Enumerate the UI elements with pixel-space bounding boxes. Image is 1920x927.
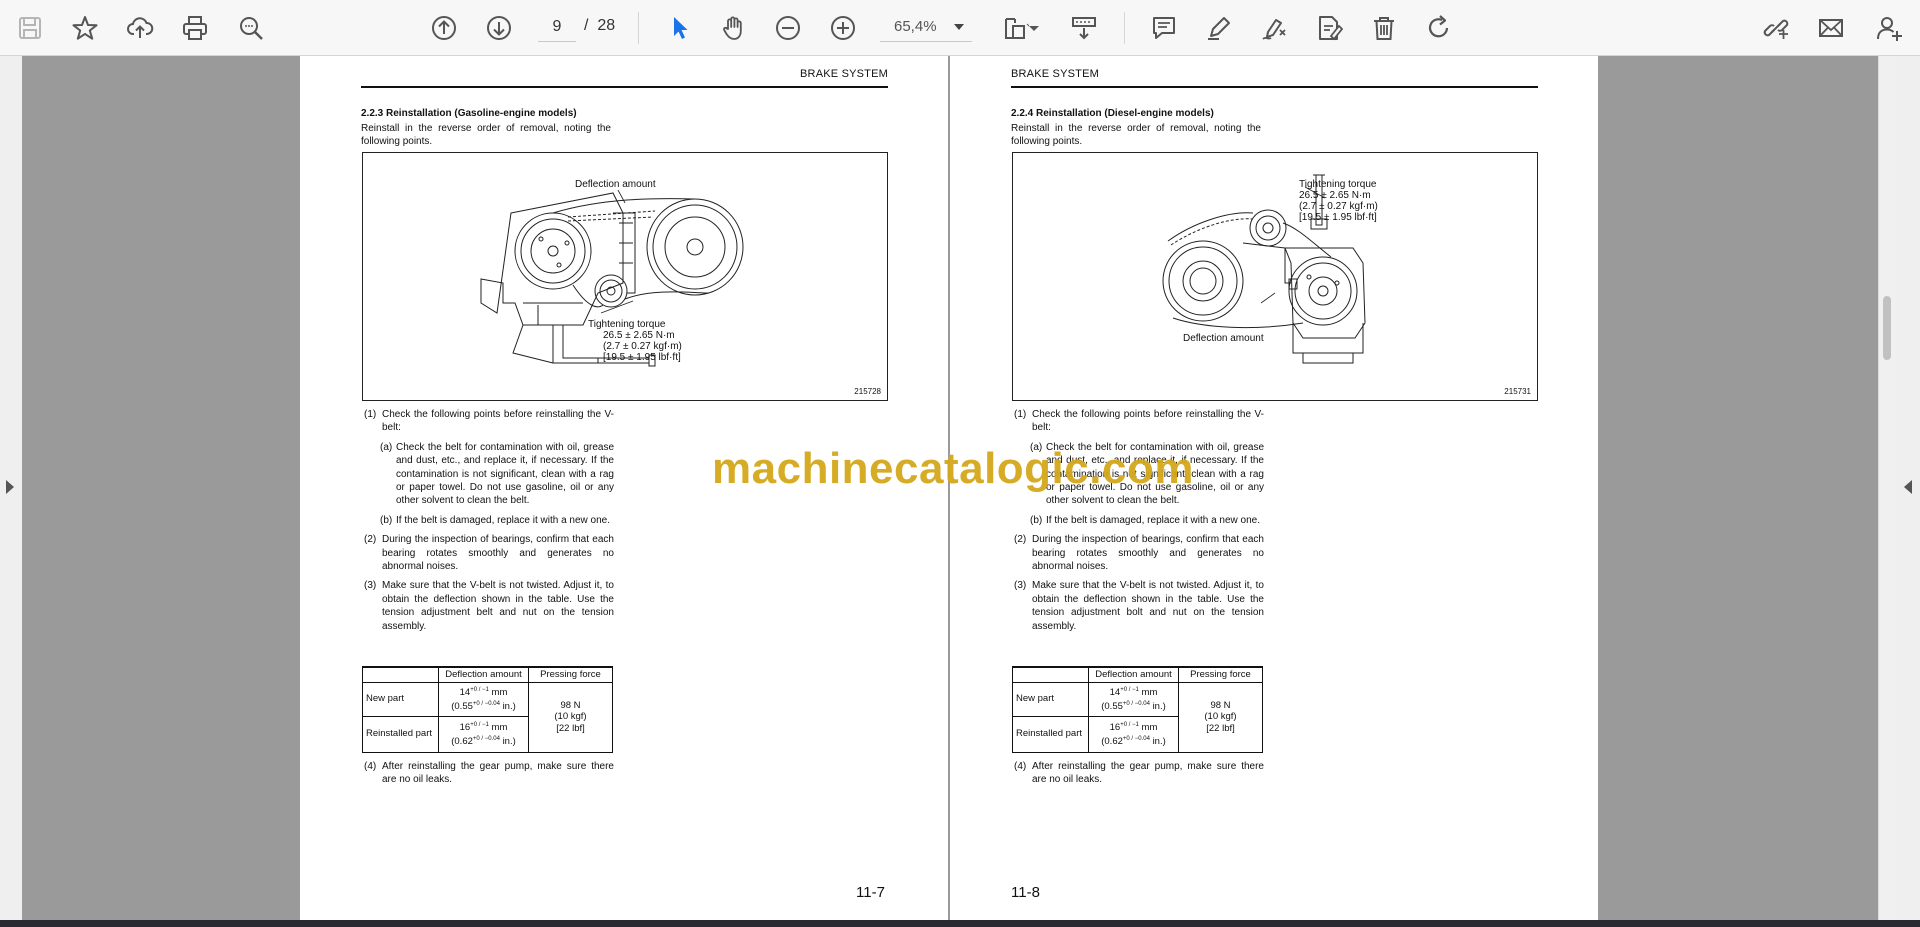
table-cell: 98 N (10 kgf) [22 lbf] [528, 681, 613, 753]
draw-sign-icon[interactable] [1256, 10, 1292, 46]
diesel-engine-illustration [1162, 174, 1366, 364]
header-rule [1011, 86, 1538, 88]
table-row: New part 14+0 / −1 mm (0.55+0 / −0.04 in… [362, 681, 613, 753]
list-item: (b) If the belt is damaged, replace it wi… [380, 514, 611, 526]
list-item: (b) If the belt is damaged, replace it wi… [1030, 514, 1261, 526]
list-item: (4) After reinstalling the gear pump, mak… [364, 761, 614, 786]
section-intro: Reinstall in the reverse order of remova… [361, 123, 611, 148]
header-rule [361, 86, 888, 88]
delete-trash-icon[interactable] [1366, 10, 1402, 46]
page-header: BRAKE SYSTEM [1011, 68, 1099, 80]
list-item: (3) Make sure that the V-belt is not twis… [1014, 580, 1264, 632]
zoom-select[interactable]: 65,4% [880, 12, 972, 42]
add-user-icon[interactable] [1872, 10, 1908, 46]
table-header: Pressing force [1178, 666, 1263, 683]
figure-number: 215731 [1504, 386, 1531, 396]
toolbar-divider [638, 12, 639, 44]
table-cell: 14+0 / −1 mm (0.55+0 / −0.04 in.) [1088, 681, 1179, 717]
diesel-belt-figure: Tightening torque 26.5 ± 2.65 N·m (2.7 ±… [1012, 152, 1538, 401]
torque-value-nm: 26.5 ± 2.65 N·m [603, 330, 675, 341]
taskbar-strip [0, 920, 1920, 927]
next-page-icon[interactable] [481, 10, 517, 46]
pdf-toolbar: / 28 65,4% [0, 0, 1920, 56]
table-row: New part 14+0 / −1 mm (0.55+0 / −0.04 in… [1012, 681, 1263, 753]
deflection-label: Deflection amount [575, 179, 656, 190]
zoom-search-icon[interactable] [233, 10, 269, 46]
table-cell: 16+0 / −1 mm (0.62+0 / −0.04 in.) [438, 715, 529, 753]
page-number: 11-7 [856, 884, 885, 901]
table-corner [362, 666, 439, 683]
comment-icon[interactable] [1146, 10, 1182, 46]
list-item: (2) During the inspection of bearings, co… [364, 534, 614, 573]
highlight-pen-icon[interactable] [1201, 10, 1237, 46]
page-number: 11-8 [1011, 884, 1040, 901]
section-intro: Reinstall in the reverse order of remova… [1011, 123, 1261, 148]
toolbar-divider [1124, 12, 1125, 44]
zoom-in-icon[interactable] [825, 10, 861, 46]
print-icon[interactable] [177, 10, 213, 46]
torque-value-kgfm: (2.7 ± 0.27 kgf·m) [1299, 201, 1378, 212]
section-title: 2.2.4 Reinstallation (Diesel-engine mode… [1011, 108, 1214, 119]
torque-value-lbfft: [19.5 ± 1.95 lbf·ft] [1299, 212, 1377, 223]
torque-label: Tightening torque [588, 319, 666, 330]
section-title: 2.2.3 Reinstallation (Gasoline-engine mo… [361, 108, 577, 119]
zoom-value: 65,4% [894, 18, 937, 35]
scroll-mode-icon[interactable] [1066, 10, 1102, 46]
table-cell: 14+0 / −1 mm (0.55+0 / −0.04 in.) [438, 681, 529, 717]
select-cursor-icon[interactable] [662, 10, 698, 46]
scroll-thumb[interactable] [1883, 296, 1891, 360]
expand-left-panel-icon[interactable] [6, 480, 14, 494]
list-item: (2) During the inspection of bearings, co… [1014, 534, 1264, 573]
email-icon[interactable] [1813, 10, 1849, 46]
list-item: (3) Make sure that the V-belt is not twis… [364, 580, 614, 632]
deflection-table: Deflection amount Pressing force New par… [362, 666, 613, 753]
table-corner [1012, 666, 1089, 683]
torque-label: Tightening torque [1299, 179, 1377, 190]
share-link-icon[interactable] [1758, 10, 1794, 46]
hand-tool-icon[interactable] [716, 10, 752, 46]
save-icon[interactable] [12, 10, 48, 46]
table-cell: 16+0 / −1 mm (0.62+0 / −0.04 in.) [1088, 715, 1179, 753]
torque-value-kgfm: (2.7 ± 0.27 kgf·m) [603, 341, 682, 352]
chevron-down-icon [954, 24, 964, 30]
page-number-input[interactable] [538, 12, 576, 42]
table-header: Deflection amount [438, 666, 529, 683]
page-fit-dropdown-icon[interactable] [1027, 10, 1041, 46]
watermark-text: machinecatalogic.com [712, 444, 1194, 493]
list-item: (4) After reinstalling the gear pump, mak… [1014, 761, 1264, 786]
edit-document-icon[interactable] [1311, 10, 1347, 46]
gasoline-belt-figure: Deflection amount Tightening torque 26.5… [362, 152, 888, 401]
expand-right-panel-icon[interactable] [1904, 480, 1912, 494]
list-item: (1) Check the following points before rei… [1014, 409, 1264, 434]
list-item: (a) Check the belt for contamination with… [380, 441, 614, 507]
instruction-list: (1) Check the following points before rei… [1012, 408, 1264, 639]
table-header: Pressing force [528, 666, 613, 683]
vertical-scrollbar[interactable] [1878, 56, 1896, 920]
bookmark-star-icon[interactable] [67, 10, 103, 46]
zoom-out-icon[interactable] [770, 10, 806, 46]
deflection-label: Deflection amount [1183, 333, 1264, 344]
instruction-list: (1) Check the following points before rei… [362, 408, 614, 639]
previous-page-icon[interactable] [426, 10, 462, 46]
torque-value-lbfft: [19.5 ± 1.95 lbf·ft] [603, 352, 681, 363]
table-header: Deflection amount [1088, 666, 1179, 683]
list-item: (1) Check the following points before rei… [364, 409, 614, 434]
redo-icon[interactable] [1421, 10, 1457, 46]
upload-cloud-icon[interactable] [122, 10, 158, 46]
page-header: BRAKE SYSTEM [800, 68, 888, 80]
deflection-table: Deflection amount Pressing force New par… [1012, 666, 1263, 753]
torque-value-nm: 26.5 ± 2.65 N·m [1299, 190, 1371, 201]
page-total: / 28 [584, 17, 616, 34]
table-cell: 98 N (10 kgf) [22 lbf] [1178, 681, 1263, 753]
figure-number: 215728 [854, 386, 881, 396]
